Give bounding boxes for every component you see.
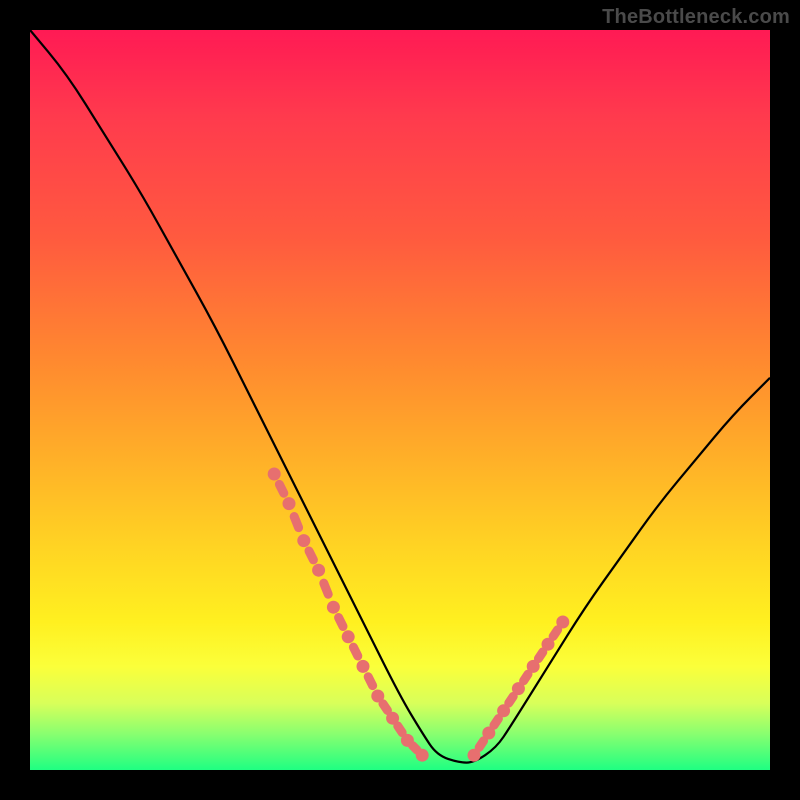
highlight-dot [357, 660, 370, 673]
highlight-dash [368, 677, 372, 686]
highlight-dash [494, 719, 498, 726]
highlight-dash [309, 551, 313, 560]
highlight-dash [339, 618, 343, 627]
highlight-dot [556, 616, 569, 629]
highlight-dash [524, 674, 528, 681]
highlight-dot [268, 468, 281, 481]
highlight-dash [279, 484, 283, 493]
highlight-dash [509, 696, 513, 703]
highlight-dot [327, 601, 340, 614]
highlight-dots-left [268, 468, 429, 762]
highlight-dash [324, 583, 328, 594]
bottleneck-curve [30, 30, 770, 763]
highlight-dash [553, 630, 557, 637]
curve-layer [30, 30, 770, 770]
highlight-dash [383, 704, 387, 711]
watermark-text: TheBottleneck.com [602, 6, 790, 29]
highlight-dash [294, 517, 298, 528]
highlight-dash [413, 746, 417, 750]
highlight-dash [398, 726, 402, 733]
highlight-dots-right [468, 616, 570, 762]
plot-area [30, 30, 770, 770]
chart-frame: TheBottleneck.com [0, 0, 800, 800]
highlight-dot [342, 630, 355, 643]
highlight-dash [353, 647, 357, 656]
highlight-dot [312, 564, 325, 577]
highlight-dot [297, 534, 310, 547]
highlight-dash [538, 652, 542, 659]
highlight-dot [416, 749, 429, 762]
highlight-dash [479, 741, 483, 748]
highlight-dot [283, 497, 296, 510]
